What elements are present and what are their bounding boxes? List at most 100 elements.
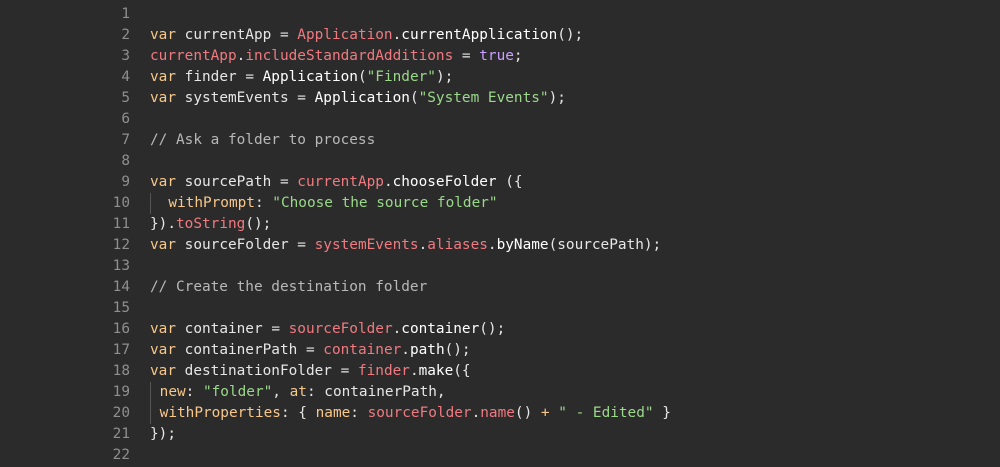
code-content: var sourcePath = currentApp.chooseFolder… [130, 172, 523, 193]
code-token: = [297, 90, 315, 106]
code-token: ({ [453, 363, 471, 379]
code-content: currentApp.includeStandardAdditions = tr… [130, 46, 523, 67]
line-number: 14 [112, 279, 130, 295]
code-token: = [279, 27, 298, 43]
code-content [130, 151, 150, 172]
code-token: finder [176, 69, 246, 85]
line-number: 19 [112, 384, 130, 400]
code-token: aliases [427, 237, 488, 253]
code-token: make [418, 363, 454, 379]
code-line[interactable]: 13 [0, 256, 1000, 277]
code-line[interactable]: 14 // Create the destination folder [0, 277, 1000, 298]
code-token: // Create the destination folder [150, 279, 428, 295]
code-token: toString [176, 216, 246, 232]
code-token: : { [280, 405, 316, 421]
code-content: withProperties: { name: sourceFolder.nam… [130, 403, 671, 424]
code-content: var destinationFolder = finder.make({ [130, 361, 471, 382]
code-token: systemEvents [314, 237, 419, 253]
code-token: . [392, 27, 402, 43]
code-token: var [150, 237, 176, 253]
line-number: 5 [121, 90, 130, 106]
code-token: var [150, 342, 176, 358]
line-number: 6 [121, 111, 130, 127]
code-content [130, 298, 150, 319]
code-line[interactable]: 3 currentApp.includeStandardAdditions = t… [0, 46, 1000, 67]
code-content: }).toString(); [130, 214, 271, 235]
code-line[interactable]: 15 [0, 298, 1000, 319]
code-token: "Choose the source folder" [272, 195, 498, 211]
code-line[interactable]: 16 var container = sourceFolder.container… [0, 319, 1000, 340]
code-token: Application [262, 69, 358, 85]
code-line[interactable]: 11}).toString(); [0, 214, 1000, 235]
code-line[interactable]: 19 new: "folder", at: containerPath, [0, 382, 1000, 403]
code-token: var [150, 363, 176, 379]
code-token: new [151, 384, 186, 400]
code-line[interactable]: 5 var systemEvents = Application("System … [0, 88, 1000, 109]
code-content: withPrompt: "Choose the source folder" [130, 193, 498, 214]
code-token: name [480, 405, 515, 421]
code-token: currentApp [176, 27, 280, 43]
code-line[interactable]: 1 [0, 4, 1000, 25]
code-token: ); [435, 69, 454, 85]
code-line[interactable]: 6 [0, 109, 1000, 130]
line-number: 18 [112, 363, 130, 379]
code-token: . [409, 363, 419, 379]
code-token: sourceFolder [367, 405, 472, 421]
code-token: path [409, 342, 445, 358]
code-token: + [540, 405, 550, 421]
code-token: . [471, 405, 481, 421]
code-token: systemEvents [176, 90, 298, 106]
code-line[interactable]: 12 var sourceFolder = systemEvents.aliase… [0, 235, 1000, 256]
code-token: var [150, 90, 176, 106]
code-token: currentApplication [401, 27, 558, 43]
code-line[interactable]: 17 var containerPath = container.path(); [0, 340, 1000, 361]
code-token: var [150, 69, 176, 85]
code-line[interactable]: 8 [0, 151, 1000, 172]
code-content: var finder = Application("Finder"); [130, 67, 453, 88]
code-token: }). [150, 216, 176, 232]
code-token: ; [513, 48, 523, 64]
code-token: chooseFolder [392, 174, 497, 190]
line-number: 9 [121, 174, 130, 190]
code-token: var [150, 174, 176, 190]
line-number: 4 [121, 69, 130, 85]
code-editor[interactable]: 1 2 var currentApp = Application.currentAp… [0, 0, 1000, 467]
code-token: . [392, 321, 402, 337]
line-number: 11 [112, 216, 130, 232]
code-content: var containerPath = container.path(); [130, 340, 471, 361]
code-token: ); [548, 90, 566, 106]
code-content: var container = sourceFolder.container()… [130, 319, 505, 340]
code-token: byName [496, 237, 549, 253]
code-token: var [150, 27, 176, 43]
code-content [130, 4, 150, 25]
code-token: . [401, 342, 410, 358]
code-token: container [323, 342, 402, 358]
code-line[interactable]: 7 // Ask a folder to process [0, 130, 1000, 151]
code-token: at [289, 384, 307, 400]
line-number: 15 [112, 300, 130, 316]
code-content: var systemEvents = Application("System E… [130, 88, 566, 109]
code-token: . [418, 237, 428, 253]
code-token: = [271, 321, 289, 337]
code-token: = [453, 48, 480, 64]
code-token: () [514, 405, 541, 421]
code-token: Application [297, 27, 393, 43]
code-line[interactable]: 21}); [0, 424, 1000, 445]
code-line[interactable]: 10 withPrompt: "Choose the source folder… [0, 193, 1000, 214]
code-token: name [315, 405, 351, 421]
code-token: , [272, 384, 290, 400]
code-token: = [279, 174, 298, 190]
code-line[interactable]: 20 withProperties: { name: sourceFolder.… [0, 403, 1000, 424]
code-line[interactable]: 18 var destinationFolder = finder.make({ [0, 361, 1000, 382]
code-line[interactable]: 22 [0, 445, 1000, 466]
code-token: // Ask a folder to process [150, 132, 376, 148]
code-token: : containerPath, [306, 384, 446, 400]
code-token: withPrompt [151, 195, 255, 211]
code-line[interactable]: 9 var sourcePath = currentApp.chooseFolde… [0, 172, 1000, 193]
code-line[interactable]: 4 var finder = Application("Finder"); [0, 67, 1000, 88]
line-number: 3 [121, 48, 130, 64]
code-line[interactable]: 2 var currentApp = Application.currentApp… [0, 25, 1000, 46]
code-content: var sourceFolder = systemEvents.aliases.… [130, 235, 661, 256]
code-content: var currentApp = Application.currentAppl… [130, 25, 583, 46]
line-number: 12 [112, 237, 130, 253]
